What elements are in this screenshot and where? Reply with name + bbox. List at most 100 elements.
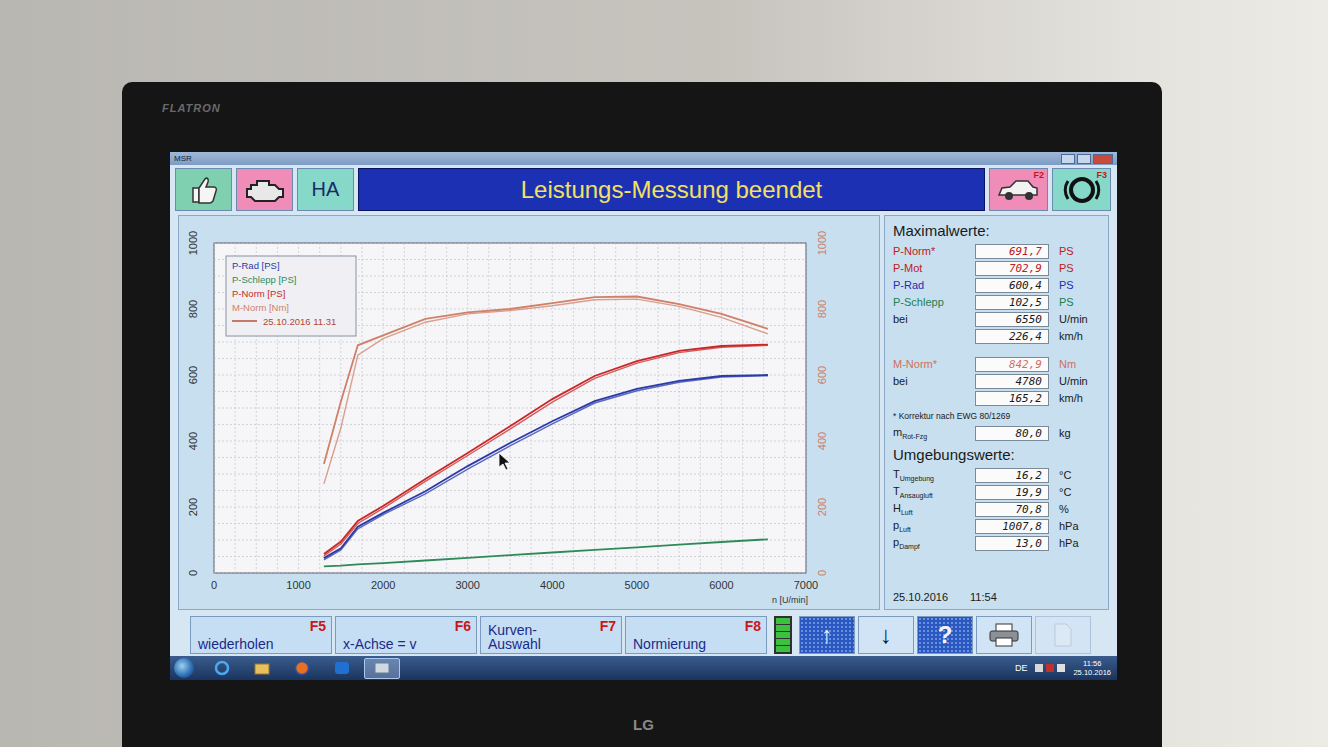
grid-line [214, 375, 806, 376]
y-axis-right-tick: 800 [816, 300, 828, 318]
main-area: 0200400600800100002004006008001000010002… [170, 213, 1117, 612]
taskbar-app[interactable] [284, 658, 320, 679]
grid-line [214, 556, 806, 557]
tool-button[interactable] [1035, 616, 1091, 654]
value-field: 702,9 [975, 261, 1049, 276]
grid-line [214, 457, 806, 458]
ok-button[interactable] [175, 168, 232, 211]
value-row: P-Mot702,9PS [893, 260, 1100, 276]
value-field: 226,4 [975, 329, 1049, 344]
value-row: TUmgebung16,2°C [893, 467, 1100, 483]
y-axis-right-tick: 400 [816, 432, 828, 450]
mode-button[interactable]: HA [297, 168, 354, 211]
grid-line [488, 243, 489, 573]
tool-button[interactable]: ↑ [799, 616, 855, 654]
value-field: 16,2 [975, 468, 1049, 483]
legend-entry: P-Schlepp [PS] [232, 274, 296, 285]
legend-entry: M-Norm [Nm] [232, 302, 289, 313]
plot-area [214, 243, 806, 573]
taskbar-app[interactable] [364, 658, 400, 679]
x-axis-tick: 7000 [794, 579, 818, 591]
language-indicator[interactable]: DE [1015, 663, 1028, 673]
start-button[interactable] [174, 658, 194, 678]
x-axis-tick: 3000 [455, 579, 479, 591]
thumbs-up-icon [187, 173, 221, 207]
grid-line [214, 540, 806, 541]
y-axis-tick: 800 [187, 300, 199, 318]
close-icon[interactable] [1093, 154, 1113, 164]
value-field: 6550 [975, 312, 1049, 327]
monitor-brand: FLATRON [162, 102, 1117, 152]
value-row: pLuft1007,8hPa [893, 518, 1100, 534]
function-key-bar: wiederholenF5x-Achse = vF6Kurven-Auswahl… [170, 612, 1117, 656]
grid-line [214, 523, 806, 524]
chart-legend: P-Rad [PS]P-Schlepp [PS]P-Norm [PS]M-Nor… [226, 256, 356, 336]
y-axis-right-tick: 1000 [816, 231, 828, 255]
correction-note: * Korrektur nach EWG 80/1269 [893, 411, 1100, 421]
signal-meter [774, 616, 792, 654]
taskbar-app[interactable] [244, 658, 280, 679]
x-axis-tick: 1000 [286, 579, 310, 591]
y-axis-right-tick: 600 [816, 366, 828, 384]
function-button[interactable]: F3 [1052, 168, 1111, 211]
value-row: mRot-Fzg80,0kg [893, 425, 1100, 441]
grid-line [214, 342, 806, 343]
explorer-icon [253, 660, 271, 676]
taskbar: DE 11:5625.10.2016 [170, 656, 1117, 680]
grid-line [214, 358, 806, 359]
value-field: 80,0 [975, 426, 1049, 441]
grid-line [214, 243, 806, 244]
grid-line [721, 243, 722, 573]
grid-line [214, 441, 806, 442]
power-chart: 0200400600800100002004006008001000010002… [179, 216, 879, 608]
maximize-icon[interactable] [1077, 154, 1091, 164]
compare-line [324, 345, 768, 556]
function-key[interactable]: wiederholenF5 [190, 616, 332, 654]
value-field: 1007,8 [975, 519, 1049, 534]
function-key[interactable]: NormierungF8 [625, 616, 767, 654]
function-key[interactable]: Kurven-AuswahlF7 [480, 616, 622, 654]
value-field: 691,7 [975, 244, 1049, 259]
y-axis-tick: 400 [187, 432, 199, 450]
ie-icon [213, 660, 231, 676]
value-row: HLuft70,8% [893, 501, 1100, 517]
value-field: 19,9 [975, 485, 1049, 500]
value-row: P-Norm*691,7PS [893, 243, 1100, 259]
legend-entry: P-Norm [PS] [232, 288, 285, 299]
tray-icons[interactable] [1035, 664, 1065, 672]
tool-button[interactable]: ↓ [858, 616, 914, 654]
value-row: P-Schlepp102,5PS [893, 294, 1100, 310]
value-row: P-Rad600,4PS [893, 277, 1100, 293]
grid-line [214, 507, 806, 508]
tool-button[interactable] [976, 616, 1032, 654]
value-field: 70,8 [975, 502, 1049, 517]
chart-panel: 0200400600800100002004006008001000010002… [178, 215, 880, 610]
section-title: Umgebungswerte: [893, 446, 1100, 463]
brake-icon [1062, 175, 1102, 205]
section-title: Maximalwerte: [893, 222, 1100, 239]
value-field: 102,5 [975, 295, 1049, 310]
tool-button[interactable]: ? [917, 616, 973, 654]
compare-line [324, 299, 768, 484]
y-axis-tick: 600 [187, 366, 199, 384]
monitor: FLATRONMSRHALeistungs-Messung beendetF2F… [122, 82, 1162, 747]
series-line [324, 345, 768, 554]
window-title: MSR [174, 154, 192, 163]
function-button[interactable]: F2 [989, 168, 1048, 211]
engine-icon [245, 175, 285, 205]
grid-line [573, 243, 574, 573]
value-field: 842,9 [975, 357, 1049, 372]
x-axis-tick: 6000 [709, 579, 733, 591]
function-key[interactable]: x-Achse = vF6 [335, 616, 477, 654]
y-axis-tick: 200 [187, 498, 199, 516]
grid-line [214, 424, 806, 425]
grid-line [214, 391, 806, 392]
engine-button[interactable] [236, 168, 293, 211]
minimize-icon[interactable] [1061, 154, 1075, 164]
y-axis-right-tick: 0 [816, 570, 828, 576]
taskbar-app[interactable] [324, 658, 360, 679]
x-axis-tick: 4000 [540, 579, 564, 591]
value-row: M-Norm*842,9Nm [893, 356, 1100, 372]
clock[interactable]: 11:5625.10.2016 [1073, 659, 1111, 677]
taskbar-app[interactable] [204, 658, 240, 679]
